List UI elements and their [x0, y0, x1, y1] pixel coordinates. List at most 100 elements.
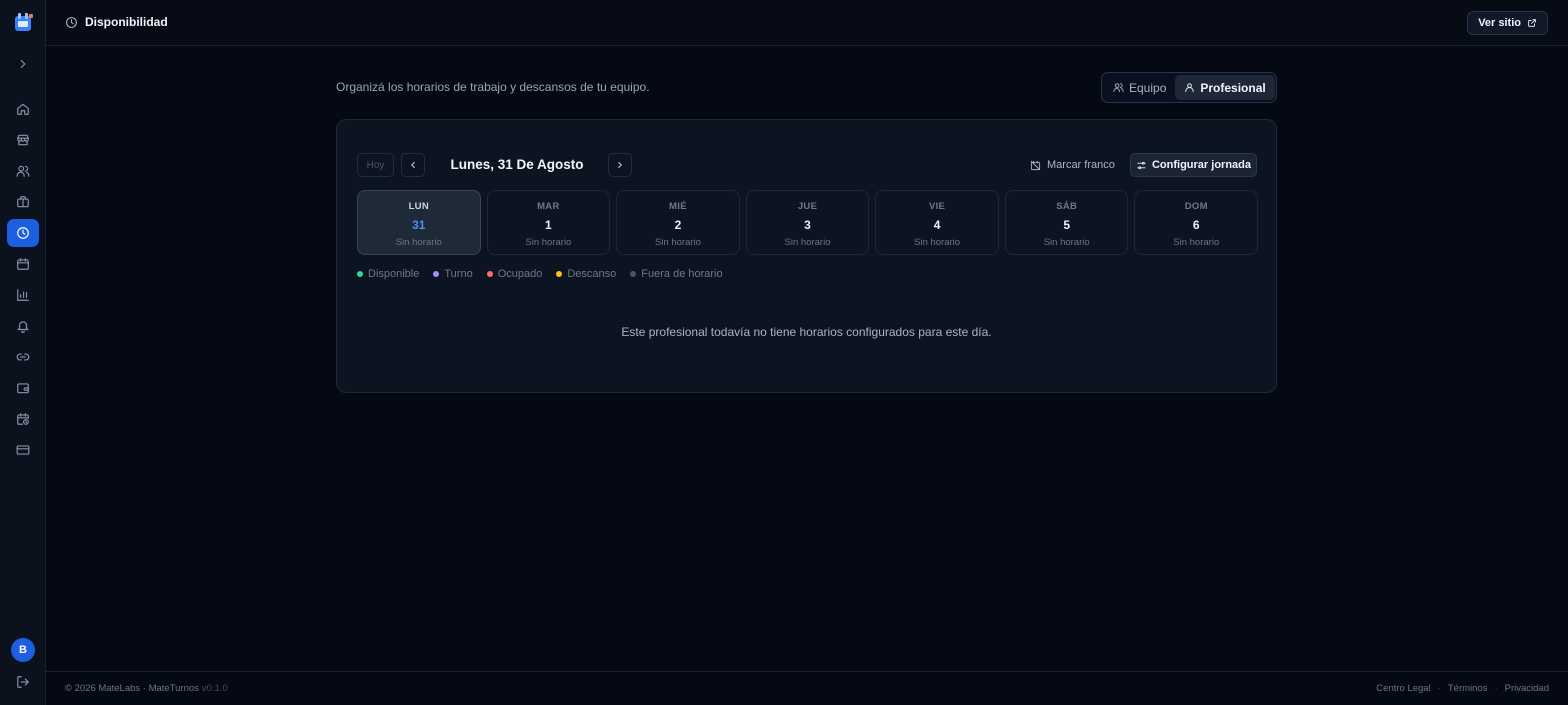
prev-day-button[interactable] [401, 153, 425, 177]
app-logo-icon[interactable] [11, 10, 35, 34]
day-status: Sin horario [1173, 237, 1220, 248]
link-icon [16, 353, 30, 361]
day-card-vie[interactable]: VIE 4 Sin horario [875, 190, 999, 255]
view-site-button[interactable]: Ver sitio [1467, 11, 1548, 35]
calendar-off-icon [1030, 160, 1041, 170]
bar-chart-icon [17, 289, 29, 301]
legend-label: Disponible [368, 268, 420, 280]
sidebar-item-billing[interactable] [7, 436, 39, 464]
bell-icon [16, 321, 30, 333]
legend-label: Turno [444, 268, 473, 280]
day-number: 31 [412, 218, 426, 232]
briefcase-icon [17, 196, 29, 208]
toggle-team-button[interactable]: Equipo [1104, 75, 1175, 100]
day-number: 4 [933, 218, 941, 232]
sidebar-item-notifications[interactable] [7, 312, 39, 340]
user-avatar[interactable]: B [11, 638, 35, 662]
footer-copyright: © 2026 MateLabs · MateTurnos [65, 683, 199, 694]
day-status: Sin horario [525, 237, 572, 248]
day-name: SÁB [1056, 201, 1078, 212]
legend-label: Fuera de horario [641, 268, 723, 280]
legend-item-turno: Turno [433, 268, 473, 280]
sidebar-item-users[interactable] [7, 157, 39, 185]
legend-dot [433, 271, 440, 277]
empty-state-message: Este profesional todavía no tiene horari… [621, 325, 992, 339]
day-name: JUE [797, 201, 818, 212]
day-card-lun[interactable]: LUN 31 Sin horario [357, 190, 481, 255]
day-name: VIE [928, 201, 946, 212]
day-card-mie[interactable]: MIÉ 2 Sin horario [616, 190, 740, 255]
sidebar-item-store[interactable] [7, 126, 39, 154]
sidebar-item-links[interactable] [7, 343, 39, 371]
footer-link-terms[interactable]: Términos [1448, 683, 1488, 694]
calendar-clock-icon [17, 413, 29, 425]
clock-icon [17, 227, 29, 239]
page-title: Disponibilidad [85, 15, 168, 29]
users-icon [16, 165, 30, 177]
logout-button[interactable] [7, 668, 39, 696]
mark-day-off-label: Marcar franco [1047, 159, 1115, 171]
legend-item-descanso: Descanso [556, 268, 616, 280]
footer-version: v0.1.0 [201, 683, 228, 694]
users-icon [1113, 83, 1124, 93]
chevron-left-icon [411, 161, 415, 169]
page-header: Disponibilidad [65, 15, 168, 29]
legend-item-disponible: Disponible [357, 268, 419, 280]
footer: © 2026 MateLabs · MateTurnos v0.1.0 Cent… [46, 671, 1568, 705]
logout-icon [17, 676, 29, 688]
week-days: LUN 31 Sin horario MAR 1 Sin horario MIÉ… [357, 190, 1259, 255]
credit-card-icon [16, 445, 30, 455]
legend-dot [630, 271, 637, 277]
legend: Disponible Turno Ocupado Descanso Fuera … [357, 268, 723, 280]
day-card-dom[interactable]: DOM 6 Sin horario [1134, 190, 1259, 255]
sidebar-expand-button[interactable] [7, 50, 39, 78]
sidebar-item-wallet[interactable] [7, 374, 39, 402]
chevron-right-icon [618, 161, 622, 169]
view-toggle: Equipo Profesional [1101, 72, 1277, 103]
configure-day-label: Configurar jornada [1151, 159, 1251, 171]
day-card-sab[interactable]: SÁB 5 Sin horario [1004, 190, 1129, 255]
home-icon [17, 103, 29, 115]
sidebar-item-home[interactable] [7, 95, 39, 123]
legend-label: Ocupado [497, 268, 543, 280]
footer-link-privacy[interactable]: Privacidad [1505, 683, 1549, 694]
day-name: MIÉ [669, 201, 687, 212]
sidebar-item-reports[interactable] [7, 281, 39, 309]
toggle-professional-button[interactable]: Profesional [1175, 75, 1275, 100]
footer-link-legal[interactable]: Centro Legal [1376, 683, 1430, 694]
next-day-button[interactable] [608, 153, 632, 177]
legend-label: Descanso [567, 268, 617, 280]
user-icon [1185, 83, 1194, 93]
day-card-mar[interactable]: MAR 1 Sin horario [486, 190, 611, 255]
legend-item-fuera-de-horario: Fuera de horario [630, 268, 723, 280]
sidebar-item-schedule[interactable] [7, 405, 39, 433]
toggle-professional-label: Profesional [1200, 80, 1266, 95]
day-number: 6 [1192, 218, 1200, 232]
sidebar: B [0, 0, 46, 705]
legend-item-ocupado: Ocupado [486, 268, 543, 280]
external-link-icon [1528, 19, 1536, 27]
day-number: 5 [1063, 218, 1071, 232]
day-status: Sin horario [1043, 237, 1090, 248]
day-card-jue[interactable]: JUE 3 Sin horario [745, 190, 870, 255]
sidebar-item-calendar[interactable] [7, 250, 39, 278]
today-button[interactable]: Hoy [357, 153, 394, 177]
current-date: Lunes, 31 De Agosto [450, 157, 584, 172]
day-status: Sin horario [914, 237, 961, 248]
day-number: 2 [674, 218, 682, 232]
day-status: Sin horario [654, 237, 701, 248]
calendar-icon [17, 258, 29, 270]
footer-separator: · [1437, 683, 1441, 694]
footer-separator: · [1494, 683, 1498, 694]
day-number: 1 [545, 218, 552, 232]
legend-dot [486, 271, 493, 277]
sliders-icon [1137, 161, 1146, 169]
day-name: MAR [537, 201, 560, 212]
day-status: Sin horario [395, 237, 442, 248]
store-icon [17, 134, 29, 146]
mark-day-off-button[interactable]: Marcar franco [1030, 153, 1115, 177]
schedule-card: Hoy Lunes, 31 De Agosto Marcar franco Co… [336, 119, 1277, 393]
sidebar-item-services[interactable] [7, 188, 39, 216]
configure-day-button[interactable]: Configurar jornada [1130, 153, 1257, 177]
sidebar-item-availability[interactable] [7, 219, 39, 247]
